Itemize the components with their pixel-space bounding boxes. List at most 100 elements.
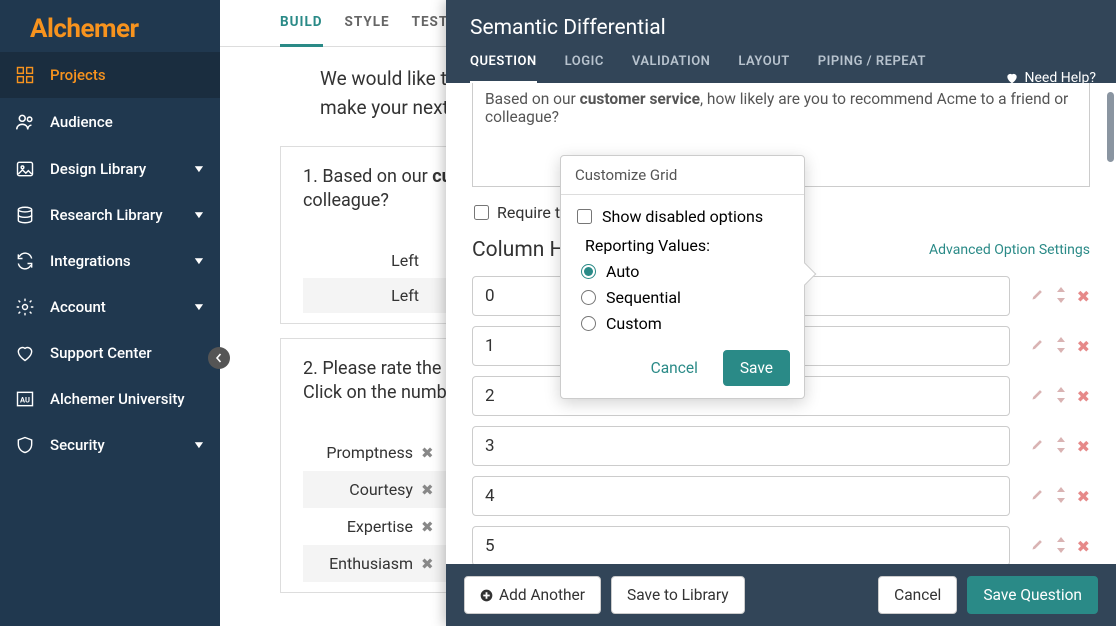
svg-text:AU: AU xyxy=(20,395,30,404)
cancel-button[interactable]: Cancel xyxy=(878,576,957,614)
radio-input[interactable] xyxy=(581,316,596,331)
sidebar-item-label: Integrations xyxy=(50,252,180,270)
drag-handle-icon[interactable] xyxy=(1055,537,1067,556)
sidebar: Alchemer Projects Audience Design Library ▼… xyxy=(0,0,220,626)
panel-footer: Add Another Save to Library Cancel Save … xyxy=(446,564,1116,626)
drag-handle-icon[interactable] xyxy=(1055,287,1067,306)
chevron-down-icon: ▼ xyxy=(192,440,206,451)
delete-icon[interactable]: ✖ xyxy=(1077,287,1090,306)
edit-icon[interactable] xyxy=(1030,437,1045,456)
tab-build[interactable]: BUILD xyxy=(280,14,323,47)
plus-icon xyxy=(480,589,493,602)
popover-cancel-button[interactable]: Cancel xyxy=(636,350,713,386)
sidebar-item-label: Audience xyxy=(50,113,204,131)
sidebar-item-account[interactable]: Account▼ xyxy=(0,284,220,330)
panel-tab-validation[interactable]: VALIDATION xyxy=(632,54,711,83)
panel-tab-logic[interactable]: LOGIC xyxy=(565,54,604,83)
clear-icon[interactable]: ✖ xyxy=(421,444,434,462)
sidebar-item-alchemer-university[interactable]: AU Alchemer University xyxy=(0,376,220,422)
chevron-down-icon: ▼ xyxy=(192,256,206,267)
panel-header: Semantic Differential QUESTION LOGIC VALID… xyxy=(446,0,1116,83)
delete-icon[interactable]: ✖ xyxy=(1077,487,1090,506)
sidebar-item-projects[interactable]: Projects xyxy=(0,52,220,98)
sidebar-item-integrations[interactable]: Integrations ▼ xyxy=(0,238,220,284)
reporting-values-label: Reporting Values: xyxy=(585,236,788,255)
panel-title: Semantic Differential xyxy=(470,16,1092,40)
column-option-row: ✖ xyxy=(472,426,1090,466)
sidebar-item-design-library[interactable]: Design Library ▼ xyxy=(0,146,220,192)
column-option-row: ✖ xyxy=(472,476,1090,516)
sidebar-item-label: Security xyxy=(50,436,180,454)
save-question-button[interactable]: Save Question xyxy=(967,576,1098,614)
show-disabled-row[interactable]: Show disabled options xyxy=(577,207,788,226)
sidebar-item-label: Support Center xyxy=(50,344,204,362)
rating-label: Expertise xyxy=(303,517,413,536)
sidebar-item-audience[interactable]: Audience xyxy=(0,98,220,146)
panel-tab-question[interactable]: QUESTION xyxy=(470,54,537,84)
drag-handle-icon[interactable] xyxy=(1055,337,1067,356)
column-option-input[interactable] xyxy=(472,476,1010,516)
sidebar-item-label: Alchemer University xyxy=(50,390,204,408)
edit-icon[interactable] xyxy=(1030,487,1045,506)
sidebar-item-label: Projects xyxy=(50,66,204,84)
popover-title: Customize Grid xyxy=(561,156,804,195)
sidebar-item-security[interactable]: Security ▼ xyxy=(0,422,220,468)
row-left-label: Left xyxy=(307,251,427,270)
column-option-input[interactable] xyxy=(472,426,1010,466)
column-option-input[interactable] xyxy=(472,526,1010,564)
chevron-down-icon: ▼ xyxy=(192,210,206,221)
rating-label: Courtesy xyxy=(303,480,413,499)
chevron-down-icon: ▼ xyxy=(192,164,206,175)
reporting-value-radio-sequential[interactable]: Sequential xyxy=(581,288,788,307)
show-disabled-checkbox[interactable] xyxy=(577,209,592,224)
delete-icon[interactable]: ✖ xyxy=(1077,437,1090,456)
drag-handle-icon[interactable] xyxy=(1055,437,1067,456)
radio-input[interactable] xyxy=(581,264,596,279)
shield-icon xyxy=(14,435,36,455)
delete-icon[interactable]: ✖ xyxy=(1077,337,1090,356)
sidebar-item-label: Design Library xyxy=(50,160,180,178)
reporting-value-radio-auto[interactable]: Auto xyxy=(581,262,788,281)
clear-icon[interactable]: ✖ xyxy=(421,481,434,499)
clear-icon[interactable]: ✖ xyxy=(421,555,434,573)
edit-icon[interactable] xyxy=(1030,537,1045,556)
audience-icon xyxy=(14,111,36,133)
image-icon xyxy=(14,159,36,179)
column-option-row: ✖ xyxy=(472,526,1090,564)
sidebar-item-support-center[interactable]: Support Center xyxy=(0,330,220,376)
panel-tabs: QUESTION LOGIC VALIDATION LAYOUT PIPING / RE… xyxy=(470,54,1092,83)
edit-icon[interactable] xyxy=(1030,337,1045,356)
reporting-value-radio-custom[interactable]: Custom xyxy=(581,314,788,333)
sidebar-item-label: Account xyxy=(50,298,180,316)
row-left-label: Left xyxy=(307,286,427,305)
rating-label: Promptness xyxy=(303,443,413,462)
require-checkbox[interactable] xyxy=(474,205,489,220)
panel-tab-layout[interactable]: LAYOUT xyxy=(738,54,789,83)
edit-icon[interactable] xyxy=(1030,387,1045,406)
add-another-button[interactable]: Add Another xyxy=(464,576,601,614)
advanced-option-settings-link[interactable]: Advanced Option Settings xyxy=(929,242,1090,258)
sidebar-item-research-library[interactable]: Research Library ▼ xyxy=(0,192,220,238)
grid-icon xyxy=(14,65,36,85)
gear-icon xyxy=(14,297,36,317)
sync-icon xyxy=(14,251,36,271)
tab-test[interactable]: TEST xyxy=(412,14,449,46)
drag-handle-icon[interactable] xyxy=(1055,487,1067,506)
drag-handle-icon[interactable] xyxy=(1055,387,1067,406)
brand-logo: Alchemer xyxy=(0,0,220,52)
popover-save-button[interactable]: Save xyxy=(723,350,790,386)
sidebar-collapse-handle[interactable] xyxy=(208,347,230,369)
delete-icon[interactable]: ✖ xyxy=(1077,537,1090,556)
clear-icon[interactable]: ✖ xyxy=(421,518,434,536)
database-icon xyxy=(14,205,36,225)
au-icon: AU xyxy=(14,389,36,409)
delete-icon[interactable]: ✖ xyxy=(1077,387,1090,406)
radio-input[interactable] xyxy=(581,290,596,305)
rating-label: Enthusiasm xyxy=(303,554,413,573)
sidebar-item-label: Research Library xyxy=(50,206,180,224)
edit-icon[interactable] xyxy=(1030,287,1045,306)
save-to-library-button[interactable]: Save to Library xyxy=(611,576,745,614)
tab-style[interactable]: STYLE xyxy=(345,14,390,46)
customize-grid-popover: Customize Grid Show disabled options Rep… xyxy=(560,155,805,399)
panel-tab-piping-repeat[interactable]: PIPING / REPEAT xyxy=(818,54,926,83)
